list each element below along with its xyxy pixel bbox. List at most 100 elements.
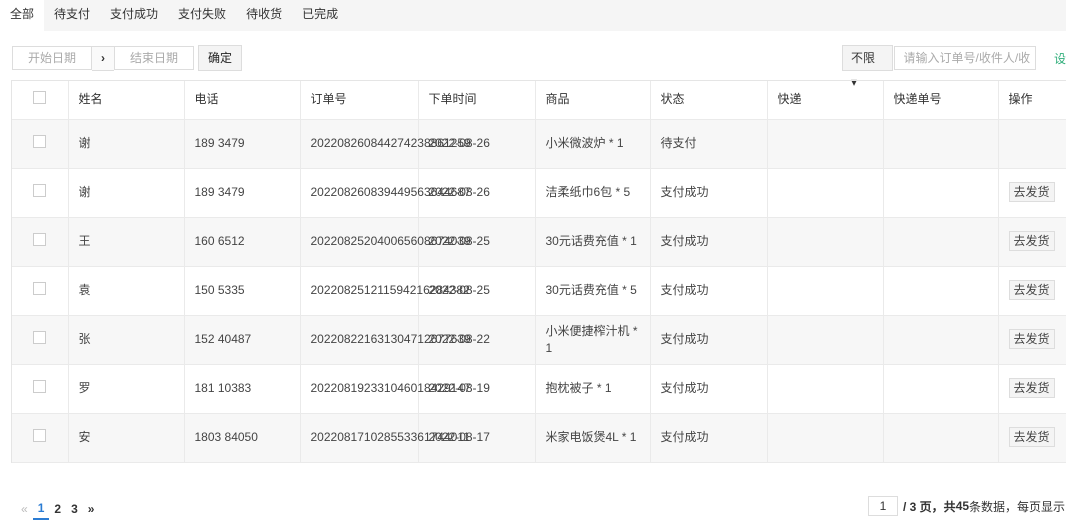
page-info: 1 / 3 页，共 45 条数据，每页显示	[868, 496, 1065, 516]
ship-button[interactable]: 去发货	[1008, 231, 1055, 251]
range-select-label: 不限	[851, 51, 876, 65]
header-actions: 操作	[998, 81, 1066, 120]
customer-name-cell: 安	[68, 413, 185, 463]
header-order-time: 下单时间	[418, 81, 536, 120]
tab-pending-receipt[interactable]: 待收货	[236, 0, 292, 31]
phone-cell: 150 5335	[184, 266, 301, 316]
select-cell	[12, 315, 69, 365]
table-row: 王 160 6512 202208252040065608674039 2022-08…	[12, 217, 1066, 267]
item-cell: 米家电饭煲4L * 1	[535, 413, 651, 463]
customer-name-cell: 王	[68, 217, 185, 267]
phone-cell: 181 0383	[184, 462, 301, 463]
order-no-cell: 202208160039352	[300, 462, 419, 463]
order-no-cell: 202208221631304712677639	[300, 315, 471, 365]
header-order-no: 订单号	[300, 81, 419, 120]
order-date-cell: 2022-08-25	[418, 217, 536, 267]
tab-all[interactable]: 全部	[0, 0, 45, 31]
status-cell: 待支付	[650, 119, 768, 169]
order-no-cell: 202208252040065608674039	[300, 217, 471, 267]
search-bar: 不限 ▾ 请输入订单号/收件人/收 设	[842, 45, 1066, 89]
search-input[interactable]: 请输入订单号/收件人/收	[893, 46, 1036, 70]
prev-page-button[interactable]: «	[16, 499, 33, 519]
ship-button[interactable]: 去发货	[1008, 182, 1055, 202]
courier-cell	[767, 217, 884, 267]
date-filter: 开始日期 › 结束日期 确定	[12, 45, 243, 71]
item-cell: 保鲜盒15件套 * 1	[535, 462, 651, 463]
ship-button[interactable]: 去发货	[1008, 329, 1055, 349]
ship-button[interactable]: 去发货	[1008, 280, 1055, 300]
ship-button[interactable]: 去发货	[1008, 378, 1055, 398]
table-row: 罗181 03832022081600393522022-08-16保鲜盒15件…	[12, 462, 1066, 463]
tab-paid[interactable]: 支付成功	[100, 0, 168, 31]
table-row: 谢 189 3479 202208260844274238861259 2022-08…	[12, 119, 1066, 169]
row-checkbox[interactable]	[33, 379, 46, 393]
customer-name-cell: 罗	[68, 364, 185, 414]
order-date-cell: 2022-08-19	[418, 364, 536, 414]
pagination: « 1 2 3 »	[16, 498, 99, 520]
actions-cell: 去发货	[998, 315, 1066, 365]
select-cell	[12, 462, 69, 463]
row-checkbox[interactable]	[33, 330, 46, 344]
phone-cell: 152 40487	[184, 315, 301, 365]
table-row: 袁 150 5335 202208251211594216284382 2022-08…	[12, 266, 1066, 316]
tracking-no-cell	[883, 462, 999, 463]
customer-name-cell: 谢	[68, 119, 185, 169]
order-date-cell: 2022-08-16	[418, 462, 536, 463]
status-tabs: 全部 待支付 支付成功 支付失败 待收货 已完成	[0, 0, 1066, 31]
page-jump-input[interactable]: 1	[868, 496, 898, 516]
row-checkbox[interactable]	[33, 134, 46, 148]
table-row: 罗 181 10383 202208192331046018429147 2022-0…	[12, 364, 1066, 414]
courier-cell	[767, 413, 884, 463]
header-status: 状态	[650, 81, 768, 120]
select-cell	[12, 413, 69, 463]
start-date-input[interactable]: 开始日期	[12, 46, 92, 70]
courier-cell	[767, 364, 884, 414]
chevron-right-icon: ›	[92, 45, 114, 71]
row-checkbox[interactable]	[33, 183, 46, 197]
phone-cell: 189 3479	[184, 119, 301, 169]
header-name: 姓名	[68, 81, 185, 120]
status-cell: 支付成功	[650, 217, 768, 267]
order-date-cell: 2022-08-17	[418, 413, 536, 463]
ship-button[interactable]: 去发货	[1008, 427, 1055, 447]
select-all-checkbox[interactable]	[33, 90, 46, 104]
status-cell: 支付成功	[650, 315, 768, 365]
order-date-cell: 2022-08-22	[418, 315, 536, 365]
tab-completed[interactable]: 已完成	[292, 0, 348, 31]
tracking-no-cell	[883, 266, 999, 316]
total-count: 45	[955, 499, 970, 513]
tracking-no-cell	[883, 119, 999, 169]
table-row: 张 152 40487 202208221631304712677639 2022-0…	[12, 315, 1066, 365]
customer-name-cell: 谢	[68, 168, 185, 218]
confirm-button[interactable]: 确定	[198, 45, 243, 71]
page-3[interactable]: 3	[66, 499, 83, 519]
select-cell	[12, 217, 69, 267]
select-all-cell	[12, 81, 69, 120]
item-cell: 洁柔纸巾6包 * 5	[535, 168, 651, 218]
end-date-input[interactable]: 结束日期	[114, 46, 194, 70]
row-checkbox[interactable]	[33, 232, 46, 246]
table-header: 姓名 电话 订单号 下单时间 商品 状态 快递 快递单号 操作	[12, 81, 1066, 120]
tab-pending-payment[interactable]: 待支付	[44, 0, 100, 31]
settings-link[interactable]: 设	[1054, 50, 1066, 67]
order-date-cell: 2022-08-26	[418, 119, 536, 169]
table-row: 谢 189 3479 202208260839449563644687 2022-08…	[12, 168, 1066, 218]
tracking-no-cell	[883, 364, 999, 414]
orders-table: 姓名 电话 订单号 下单时间 商品 状态 快递 快递单号 操作 谢 189 347…	[11, 80, 1066, 463]
select-cell	[12, 364, 69, 414]
row-checkbox[interactable]	[33, 428, 46, 442]
item-cell: 小米微波炉 * 1	[535, 119, 651, 169]
courier-cell	[767, 168, 884, 218]
customer-name-cell: 袁	[68, 266, 185, 316]
order-no-cell: 202208260839449563644687	[300, 168, 471, 218]
next-page-button[interactable]: »	[83, 499, 100, 519]
courier-cell	[767, 266, 884, 316]
tab-payment-failed[interactable]: 支付失败	[168, 0, 236, 31]
range-select[interactable]: 不限 ▾	[842, 45, 893, 89]
actions-cell: 去发货	[998, 266, 1066, 316]
row-checkbox[interactable]	[33, 281, 46, 295]
order-no-cell: 202208260844274238861259	[300, 119, 471, 169]
page-2[interactable]: 2	[49, 499, 66, 519]
page-1[interactable]: 1	[32, 498, 50, 520]
customer-name-cell: 张	[68, 315, 185, 365]
